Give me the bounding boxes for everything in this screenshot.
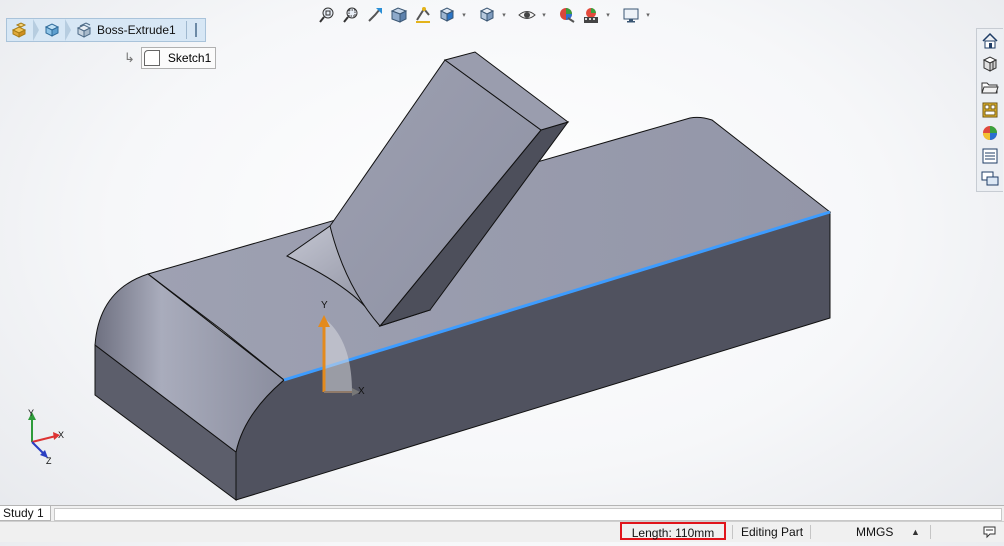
file-explorer-icon[interactable] <box>978 76 1002 98</box>
zoom-to-area-icon[interactable] <box>340 5 362 25</box>
triad-x-label: X <box>58 430 65 440</box>
hide-show-dropdown-icon[interactable]: ▾ <box>540 5 548 25</box>
status-units[interactable]: MMGS <box>856 522 893 542</box>
status-mode: Editing Part <box>741 525 804 539</box>
breadcrumb-part[interactable] <box>39 19 65 41</box>
triad-z-label: Z <box>46 456 52 466</box>
breadcrumb-assembly[interactable] <box>7 19 33 41</box>
sketch-icon <box>143 50 160 66</box>
forum-icon[interactable] <box>978 168 1002 190</box>
display-style-dropdown-icon[interactable]: ▾ <box>500 5 508 25</box>
hide-show-items-icon[interactable] <box>516 5 538 25</box>
assembly-icon <box>11 22 27 38</box>
custom-properties-icon[interactable] <box>978 145 1002 167</box>
status-length-highlighted: Length: 110mm <box>620 522 726 540</box>
graphics-area[interactable]: Y X Y X Z <box>0 0 1004 505</box>
units-menu-caret-icon[interactable]: ▲ <box>911 522 920 542</box>
child-arrow-icon: ↳ <box>124 50 135 65</box>
appearances-icon[interactable] <box>978 122 1002 144</box>
triad-y-label: Y <box>28 408 35 418</box>
part-model[interactable] <box>0 0 1004 505</box>
sketch-chip[interactable]: Sketch1 <box>140 47 217 69</box>
breadcrumb-feature[interactable]: Boss-Extrude1 <box>71 19 184 41</box>
previous-view-icon[interactable] <box>364 5 386 25</box>
zoom-to-fit-icon[interactable] <box>316 5 338 25</box>
edit-appearance-icon[interactable] <box>556 5 578 25</box>
view-settings-dropdown-icon[interactable]: ▾ <box>644 5 652 25</box>
apply-scene-icon[interactable] <box>580 5 602 25</box>
apply-scene-dropdown-icon[interactable]: ▾ <box>604 5 612 25</box>
horizontal-scrollbar[interactable] <box>54 508 1002 521</box>
tooltip-icon[interactable] <box>982 524 998 544</box>
section-view-icon[interactable] <box>388 5 410 25</box>
breadcrumb[interactable]: Boss-Extrude1 <box>6 18 206 42</box>
breadcrumb-expand-handle[interactable] <box>185 21 205 39</box>
view-settings-icon[interactable] <box>620 5 642 25</box>
display-style-icon[interactable] <box>476 5 498 25</box>
origin-y-label: Y <box>321 300 328 311</box>
sketch-label: Sketch1 <box>167 51 212 65</box>
heads-up-view-toolbar[interactable]: ▾ ▾ ▾ ▾ ▾ <box>316 4 652 26</box>
document-tab-bar: Study 1 <box>0 505 1004 522</box>
task-pane-tabs[interactable] <box>976 28 1003 192</box>
part-icon <box>44 23 60 37</box>
design-library-icon[interactable] <box>978 53 1002 75</box>
home-icon[interactable] <box>978 30 1002 52</box>
breadcrumb-subitem[interactable]: ↳ Sketch1 <box>124 47 217 69</box>
feature-tree-icon <box>76 22 92 38</box>
view-orientation-dropdown-icon[interactable]: ▾ <box>460 5 468 25</box>
origin-x-label: X <box>358 386 365 397</box>
view-orientation-icon[interactable] <box>436 5 458 25</box>
status-bar: Length: 110mm Editing Part MMGS ▲ <box>0 521 1004 542</box>
tab-study-1[interactable]: Study 1 <box>0 506 51 521</box>
breadcrumb-feature-label: Boss-Extrude1 <box>97 23 176 37</box>
dynamic-annotation-icon[interactable] <box>412 5 434 25</box>
view-palette-icon[interactable] <box>978 99 1002 121</box>
reference-triad: Y X Z <box>18 408 68 471</box>
